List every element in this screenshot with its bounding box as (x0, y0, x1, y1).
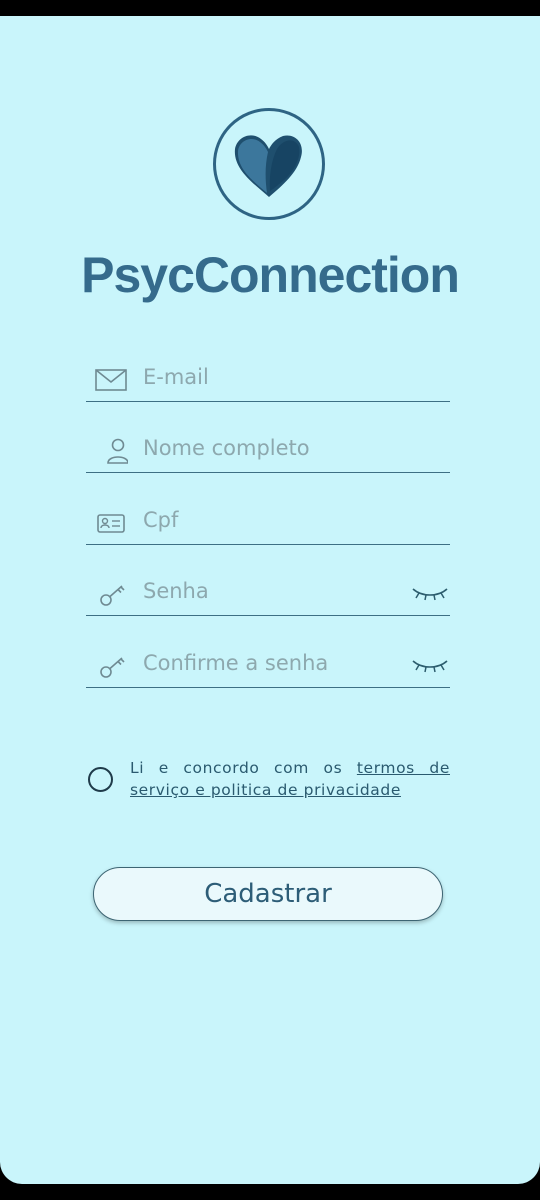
user-icon (107, 438, 128, 464)
mail-icon (95, 369, 127, 391)
cpf-placeholder: Cpf (143, 508, 179, 532)
eye-closed-icon[interactable] (410, 655, 450, 677)
app-title: PsycConnection (81, 247, 460, 303)
heart-icon (234, 135, 302, 197)
email-field[interactable]: E-mail (86, 357, 450, 402)
cpf-field[interactable]: Cpf (86, 500, 450, 545)
id-card-icon (97, 514, 125, 533)
key-icon (100, 657, 125, 678)
terms-prefix: Li e concordo com os (130, 759, 357, 777)
password-placeholder: Senha (143, 579, 209, 603)
key-icon (100, 585, 125, 606)
terms-text: Li e concordo com os termos de serviço e… (130, 757, 450, 801)
full-name-field[interactable]: Nome completo (86, 428, 450, 473)
eye-closed-icon[interactable] (410, 583, 450, 605)
confirm-password-field[interactable]: Confirme a senha (86, 643, 450, 688)
email-placeholder: E-mail (143, 365, 209, 389)
register-button[interactable]: Cadastrar (93, 867, 443, 921)
signup-screen: PsycConnection E-mail Nome completo Cpf (0, 16, 540, 1184)
terms-radio[interactable] (88, 767, 113, 792)
app-logo (213, 108, 325, 220)
terms-agreement: Li e concordo com os termos de serviço e… (86, 757, 450, 807)
confirm-password-placeholder: Confirme a senha (143, 651, 329, 675)
full-name-placeholder: Nome completo (143, 436, 310, 460)
password-field[interactable]: Senha (86, 571, 450, 616)
